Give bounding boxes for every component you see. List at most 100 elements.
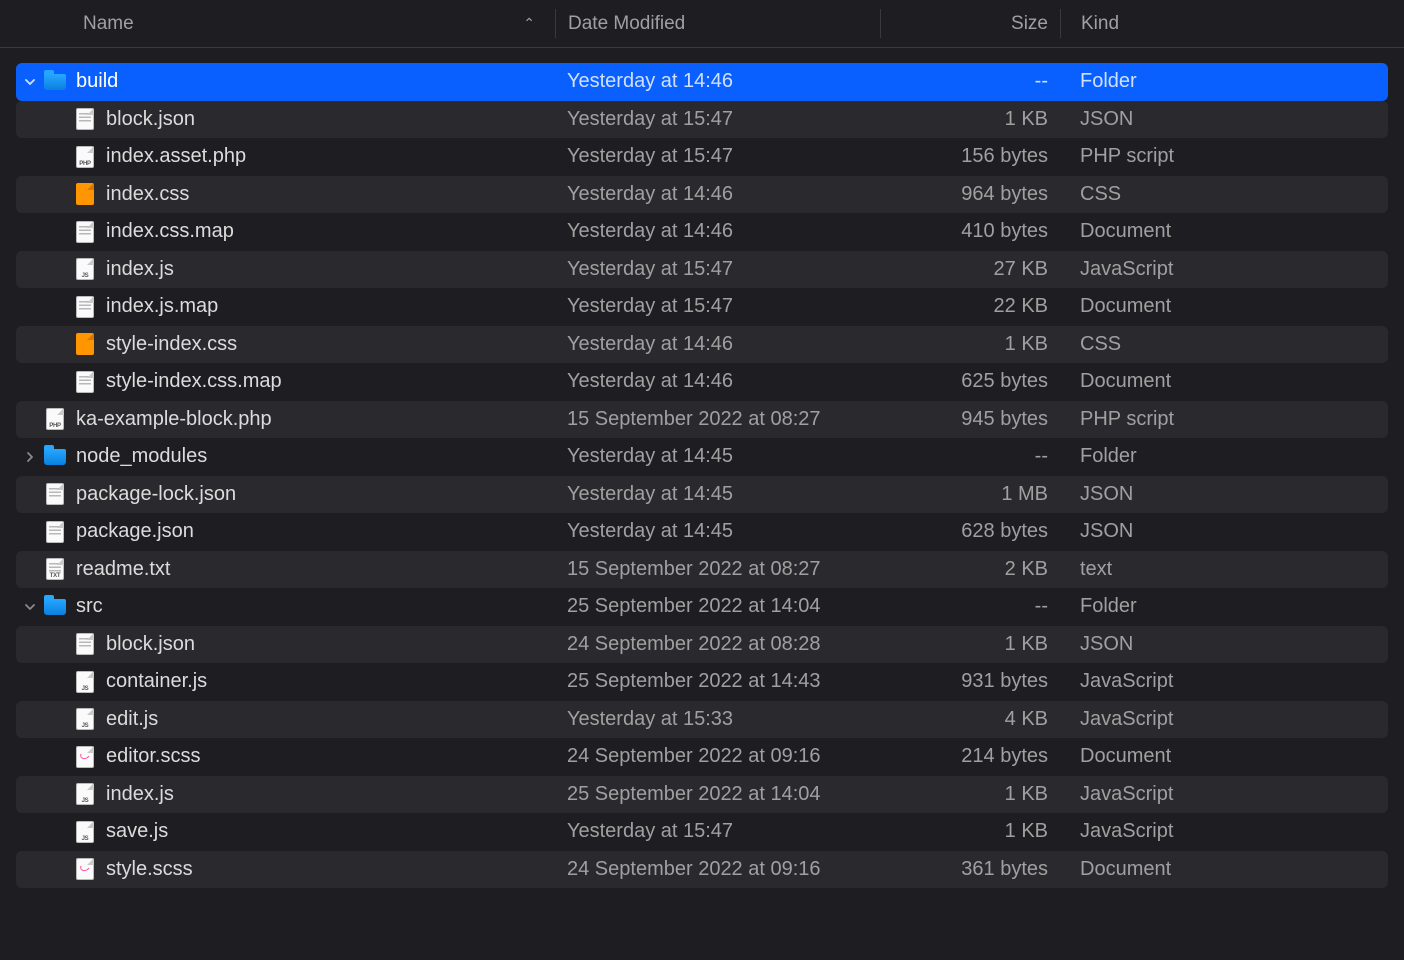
folder-icon <box>44 449 66 465</box>
file-name-label: index.js <box>106 783 174 806</box>
size-cell: 1 KB <box>880 776 1060 814</box>
file-icon-wrap <box>74 296 96 318</box>
column-header-row: Name ⌃ Date Modified Size Kind <box>0 0 1404 48</box>
js-file-icon: JS <box>76 783 94 805</box>
file-row[interactable]: style.scss24 September 2022 at 09:16361 … <box>16 851 1388 889</box>
name-cell: JS index.js <box>16 776 555 814</box>
name-cell: JSedit.js <box>16 701 555 739</box>
file-icon-wrap <box>74 183 96 205</box>
js-file-icon: JS <box>76 708 94 730</box>
size-cell: 22 KB <box>880 288 1060 326</box>
php-file-icon: PHP <box>76 146 94 168</box>
js-file-icon: JS <box>76 258 94 280</box>
folder-icon <box>44 599 66 615</box>
file-icon-wrap: JS <box>74 258 96 280</box>
size-cell: 1 KB <box>880 626 1060 664</box>
map-file-icon <box>76 371 94 393</box>
folder-row[interactable]: buildYesterday at 14:46--Folder <box>16 63 1388 101</box>
file-row[interactable]: block.jsonYesterday at 15:471 KBJSON <box>16 101 1388 139</box>
chevron-right-icon[interactable] <box>22 449 38 465</box>
chevron-down-icon[interactable] <box>22 599 38 615</box>
column-header-date[interactable]: Date Modified <box>555 9 880 37</box>
file-row[interactable]: index.js.mapYesterday at 15:4722 KBDocum… <box>16 288 1388 326</box>
column-label: Kind <box>1081 13 1119 35</box>
date-modified-cell: Yesterday at 14:46 <box>555 213 880 251</box>
name-cell: style-index.css <box>16 326 555 364</box>
file-icon-wrap: PHP <box>44 408 66 430</box>
file-row[interactable]: package.jsonYesterday at 14:45628 bytesJ… <box>16 513 1388 551</box>
date-modified-cell: Yesterday at 14:45 <box>555 476 880 514</box>
file-name-label: node_modules <box>76 445 207 468</box>
file-row[interactable]: style-index.cssYesterday at 14:461 KBCSS <box>16 326 1388 364</box>
name-cell: index.css <box>16 176 555 214</box>
file-row[interactable]: block.json 24 September 2022 at 08:281 KB… <box>16 626 1388 664</box>
file-row[interactable]: JSedit.jsYesterday at 15:334 KBJavaScrip… <box>16 701 1388 739</box>
date-modified-cell: 15 September 2022 at 08:27 <box>555 551 880 589</box>
kind-cell: JavaScript <box>1060 776 1388 814</box>
kind-cell: Document <box>1060 851 1388 889</box>
column-header-size[interactable]: Size <box>880 9 1060 37</box>
size-cell: 27 KB <box>880 251 1060 289</box>
file-row[interactable]: PHPindex.asset.phpYesterday at 15:47156 … <box>16 138 1388 176</box>
date-modified-cell: 24 September 2022 at 09:16 <box>555 738 880 776</box>
folder-icon <box>44 74 66 90</box>
file-name-label: style-index.css <box>106 333 237 356</box>
file-row[interactable]: editor.scss24 September 2022 at 09:16214… <box>16 738 1388 776</box>
size-cell: 361 bytes <box>880 851 1060 889</box>
name-cell: block.json <box>16 626 555 664</box>
size-cell: 1 KB <box>880 101 1060 139</box>
css-sublime-file-icon <box>76 183 94 205</box>
name-cell: src <box>16 588 555 626</box>
chevron-down-icon[interactable] <box>22 74 38 90</box>
size-cell: 410 bytes <box>880 213 1060 251</box>
size-cell: 1 MB <box>880 476 1060 514</box>
scss-file-icon <box>76 858 94 880</box>
folder-row[interactable]: node_modulesYesterday at 14:45--Folder <box>16 438 1388 476</box>
date-modified-cell: Yesterday at 15:47 <box>555 251 880 289</box>
kind-cell: JSON <box>1060 476 1388 514</box>
name-cell: TXTreadme.txt <box>16 551 555 589</box>
name-cell: node_modules <box>16 438 555 476</box>
file-row[interactable]: package-lock.jsonYesterday at 14:451 MBJ… <box>16 476 1388 514</box>
name-cell: PHP ka-example-block.php <box>16 401 555 439</box>
column-header-name[interactable]: Name ⌃ <box>0 13 555 35</box>
name-cell: JScontainer.js <box>16 663 555 701</box>
file-icon-wrap <box>74 858 96 880</box>
file-name-label: ka-example-block.php <box>76 408 272 431</box>
kind-cell: CSS <box>1060 326 1388 364</box>
size-cell: 214 bytes <box>880 738 1060 776</box>
file-row[interactable]: JSindex.js25 September 2022 at 14:041 KB… <box>16 776 1388 814</box>
date-modified-cell: Yesterday at 15:47 <box>555 813 880 851</box>
size-cell: 4 KB <box>880 701 1060 739</box>
file-name-label: index.css <box>106 183 189 206</box>
date-modified-cell: 24 September 2022 at 08:28 <box>555 626 880 664</box>
file-row[interactable]: index.cssYesterday at 14:46964 bytesCSS <box>16 176 1388 214</box>
file-icon-wrap: TXT <box>44 558 66 580</box>
kind-cell: text <box>1060 551 1388 589</box>
column-label: Name <box>83 13 134 35</box>
file-row[interactable]: JScontainer.js25 September 2022 at 14:43… <box>16 663 1388 701</box>
size-cell: 945 bytes <box>880 401 1060 439</box>
file-row[interactable]: style-index.css.mapYesterday at 14:46625… <box>16 363 1388 401</box>
file-name-label: block.json <box>106 633 195 656</box>
date-modified-cell: 25 September 2022 at 14:04 <box>555 588 880 626</box>
json-file-icon <box>76 108 94 130</box>
kind-cell: Folder <box>1060 63 1388 101</box>
date-modified-cell: Yesterday at 14:46 <box>555 363 880 401</box>
file-row[interactable]: JSsave.jsYesterday at 15:471 KBJavaScrip… <box>16 813 1388 851</box>
kind-cell: JSON <box>1060 626 1388 664</box>
folder-row[interactable]: src25 September 2022 at 14:04--Folder <box>16 588 1388 626</box>
column-header-kind[interactable]: Kind <box>1060 9 1404 37</box>
js-file-icon: JS <box>76 671 94 693</box>
file-row[interactable]: index.css.mapYesterday at 14:46410 bytes… <box>16 213 1388 251</box>
size-cell: 1 KB <box>880 813 1060 851</box>
json-file-icon <box>76 633 94 655</box>
file-name-label: build <box>76 70 118 93</box>
file-row[interactable]: PHPka-example-block.php15 September 2022… <box>16 401 1388 439</box>
file-icon-wrap <box>44 446 66 468</box>
file-row[interactable]: TXTreadme.txt15 September 2022 at 08:272… <box>16 551 1388 589</box>
size-cell: 931 bytes <box>880 663 1060 701</box>
file-row[interactable]: JSindex.jsYesterday at 15:4727 KBJavaScr… <box>16 251 1388 289</box>
file-icon-wrap <box>74 221 96 243</box>
size-cell: 964 bytes <box>880 176 1060 214</box>
